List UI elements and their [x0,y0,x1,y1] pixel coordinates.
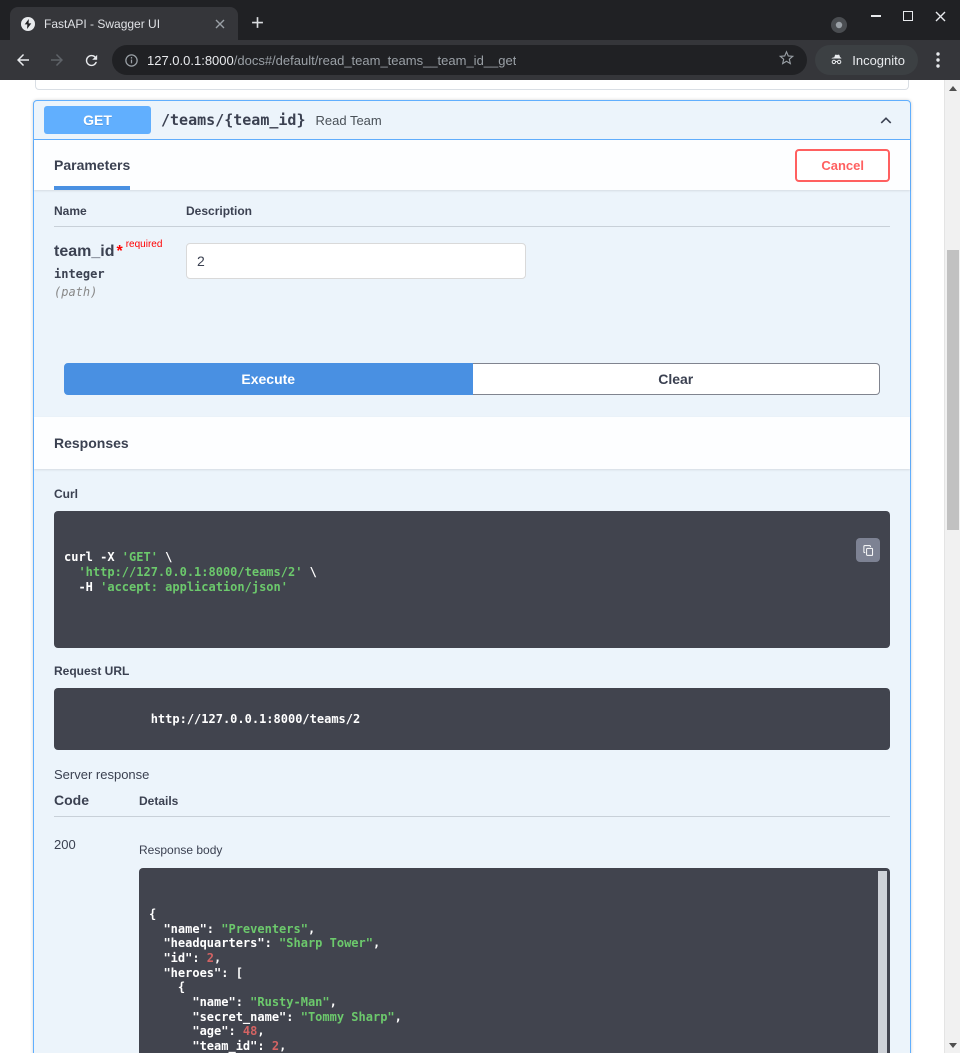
url-path: /docs#/default/read_team_teams__team_id_… [234,53,517,68]
responses-title: Responses [54,435,129,451]
tab-close-icon[interactable] [212,16,228,32]
parameter-meta: team_id*required integer (path) [54,243,186,299]
required-label: required [126,239,163,250]
team-id-input[interactable] [186,243,526,279]
clear-button[interactable]: Clear [473,363,881,395]
browser-window: FastAPI - Swagger UI [0,0,960,1053]
back-arrow-icon [14,51,32,69]
maximize-button[interactable] [892,2,924,30]
curl-label: Curl [54,487,890,501]
request-url-label: Request URL [54,664,890,678]
scroll-down-arrow-icon [949,1043,957,1048]
parameter-row: team_id* required integer (path) [54,227,890,345]
responses-body: Curl curl -X 'GET' \ 'http://127.0.0.1:8… [34,469,910,1053]
close-button[interactable] [924,2,956,30]
minimize-button[interactable] [860,2,892,30]
incognito-icon [828,52,845,69]
method-badge: GET [44,106,151,134]
back-button[interactable] [10,47,36,73]
response-body-scrollbar-thumb[interactable] [878,871,887,1053]
responses-section-header: Responses [34,417,910,469]
minimize-icon [871,15,881,17]
parameters-table: Name Description team_id* required intege… [34,190,910,345]
required-star: * [116,243,122,260]
close-icon [935,11,946,22]
url-text: 127.0.0.1:8000/docs#/default/read_team_t… [147,53,516,68]
tab-parameters: Parameters [54,140,130,190]
status-circle-icon[interactable] [830,16,848,34]
parameter-type: integer [54,267,186,281]
execute-wrapper: Execute Clear [34,345,910,417]
browser-toolbar: 127.0.0.1:8000/docs#/default/read_team_t… [0,40,960,80]
column-details: Details [139,794,178,808]
page-info-icon[interactable] [124,53,139,68]
parameters-section-header: Parameters Cancel [34,140,910,190]
window-controls [860,2,956,30]
scroll-up-arrow-icon [949,86,957,91]
collapse-button[interactable] [872,106,900,134]
reload-button[interactable] [78,47,104,73]
opblock-summary[interactable]: GET /teams/{team_id} Read Team [34,101,910,140]
code-details-header: Code Details [54,792,890,817]
parameter-name: team_id [54,243,114,260]
page-scrollbar[interactable] [944,80,960,1053]
column-name: Name [54,204,186,218]
browser-tab-bar: FastAPI - Swagger UI [0,0,960,40]
bookmark-star-icon[interactable] [778,49,795,71]
parameter-value-cell [186,243,526,299]
parameters-table-head: Name Description [54,190,890,227]
operation-summary: Read Team [316,113,863,128]
copy-to-clipboard-button[interactable] [856,538,880,562]
response-body-block: { "name": "Preventers", "headquarters": … [139,868,890,1053]
reload-icon [83,52,100,69]
page-scrollbar-thumb[interactable] [947,250,959,530]
browser-tab[interactable]: FastAPI - Swagger UI [10,7,238,40]
execute-button[interactable]: Execute [64,363,473,395]
address-bar[interactable]: 127.0.0.1:8000/docs#/default/read_team_t… [112,45,807,75]
previous-block-bottom-edge [35,80,909,90]
scroll-up-button[interactable] [945,80,960,96]
incognito-label: Incognito [852,53,905,68]
column-description: Description [186,204,252,218]
tab-title: FastAPI - Swagger UI [44,17,204,31]
forward-arrow-icon [48,51,66,69]
response-body-label: Response body [139,843,890,857]
cancel-button[interactable]: Cancel [795,149,890,182]
opblock-get-team: GET /teams/{team_id} Read Team Parameter… [33,100,911,1053]
fastapi-favicon-icon [20,16,36,32]
response-row: 200 Response body { "name": "Preventers"… [54,837,890,1053]
response-body-code: { "name": "Preventers", "headquarters": … [149,907,880,1053]
curl-block: curl -X 'GET' \ 'http://127.0.0.1:8000/t… [54,511,890,648]
copy-icon [862,544,875,557]
kebab-menu-icon [936,52,940,68]
forward-button[interactable] [44,47,70,73]
maximize-icon [903,11,913,21]
curl-code: curl -X 'GET' \ 'http://127.0.0.1:8000/t… [64,550,880,594]
request-url-block: http://127.0.0.1:8000/teams/2 [54,688,890,750]
operation-path: /teams/{team_id} [161,111,306,129]
column-code: Code [54,792,139,808]
scroll-down-button[interactable] [945,1037,960,1053]
chevron-up-icon [878,112,894,128]
plus-icon [251,16,264,29]
page: GET /teams/{team_id} Read Team Parameter… [0,80,960,1053]
parameter-location: (path) [54,285,186,299]
request-url-value: http://127.0.0.1:8000/teams/2 [151,712,361,726]
url-host: 127.0.0.1:8000 [147,53,234,68]
new-tab-button[interactable] [244,9,270,35]
swagger-page: GET /teams/{team_id} Read Team Parameter… [0,80,944,1053]
status-code: 200 [54,837,139,1053]
server-response-label: Server response [54,767,890,782]
incognito-badge: Incognito [815,45,918,75]
browser-menu-button[interactable] [926,48,950,72]
response-detail: Response body { "name": "Preventers", "h… [139,837,890,1053]
